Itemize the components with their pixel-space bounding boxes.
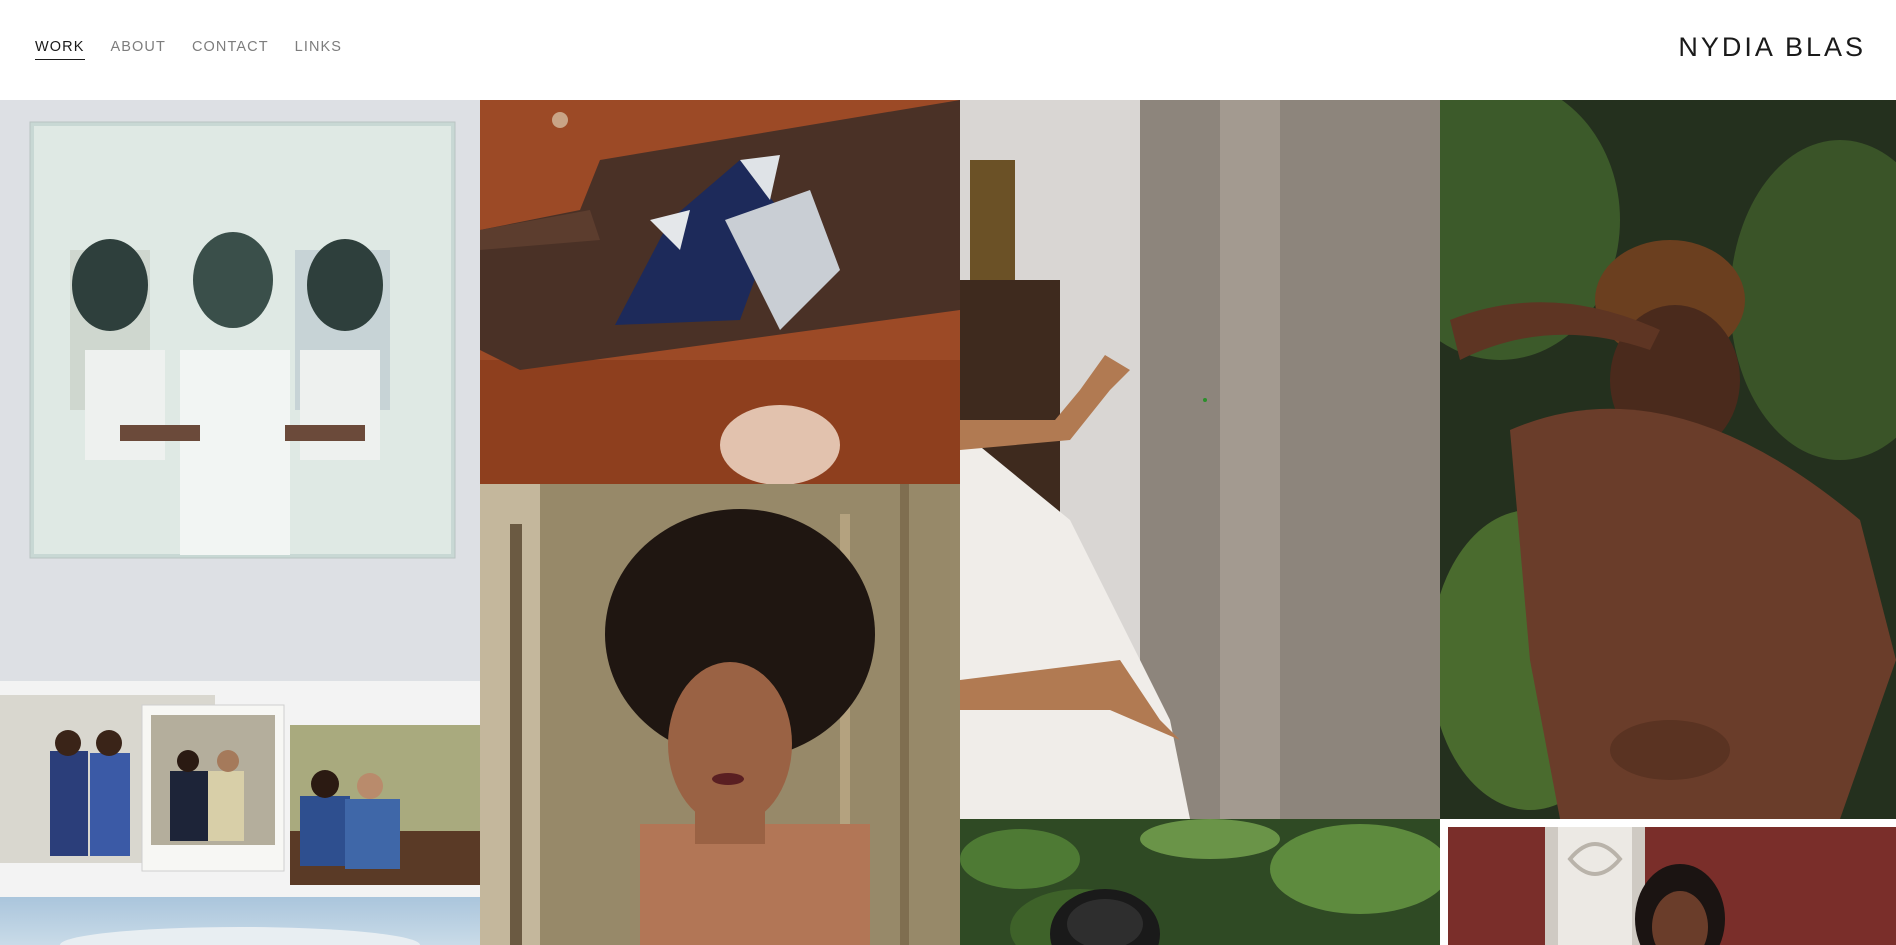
nav-item-contact[interactable]: CONTACT [192, 39, 269, 60]
nav-item-about[interactable]: ABOUT [111, 39, 166, 60]
gallery-grid [0, 100, 1896, 945]
gallery-image-door-portrait[interactable] [1440, 819, 1896, 945]
site-title[interactable]: NYDIA BLAS [1678, 32, 1866, 63]
nav-item-work[interactable]: WORK [35, 39, 85, 60]
site-header: WORK ABOUT CONTACT LINKS NYDIA BLAS [0, 0, 1896, 100]
gallery-image-hands-shadows[interactable] [960, 100, 1440, 819]
nav-item-links[interactable]: LINKS [295, 39, 342, 60]
main-nav: WORK ABOUT CONTACT LINKS [35, 39, 342, 60]
gallery-image-sky[interactable] [0, 897, 480, 945]
gallery-image-back-foliage[interactable] [1440, 100, 1896, 819]
gallery-image-snapshot-collage[interactable] [0, 681, 480, 897]
gallery-image-woods-portrait[interactable] [480, 484, 960, 945]
gallery-image-polaroid-mirrors[interactable] [0, 100, 480, 681]
gallery-image-braids-leaves[interactable] [960, 819, 1440, 945]
gallery-image-broken-mirror[interactable] [480, 100, 960, 484]
